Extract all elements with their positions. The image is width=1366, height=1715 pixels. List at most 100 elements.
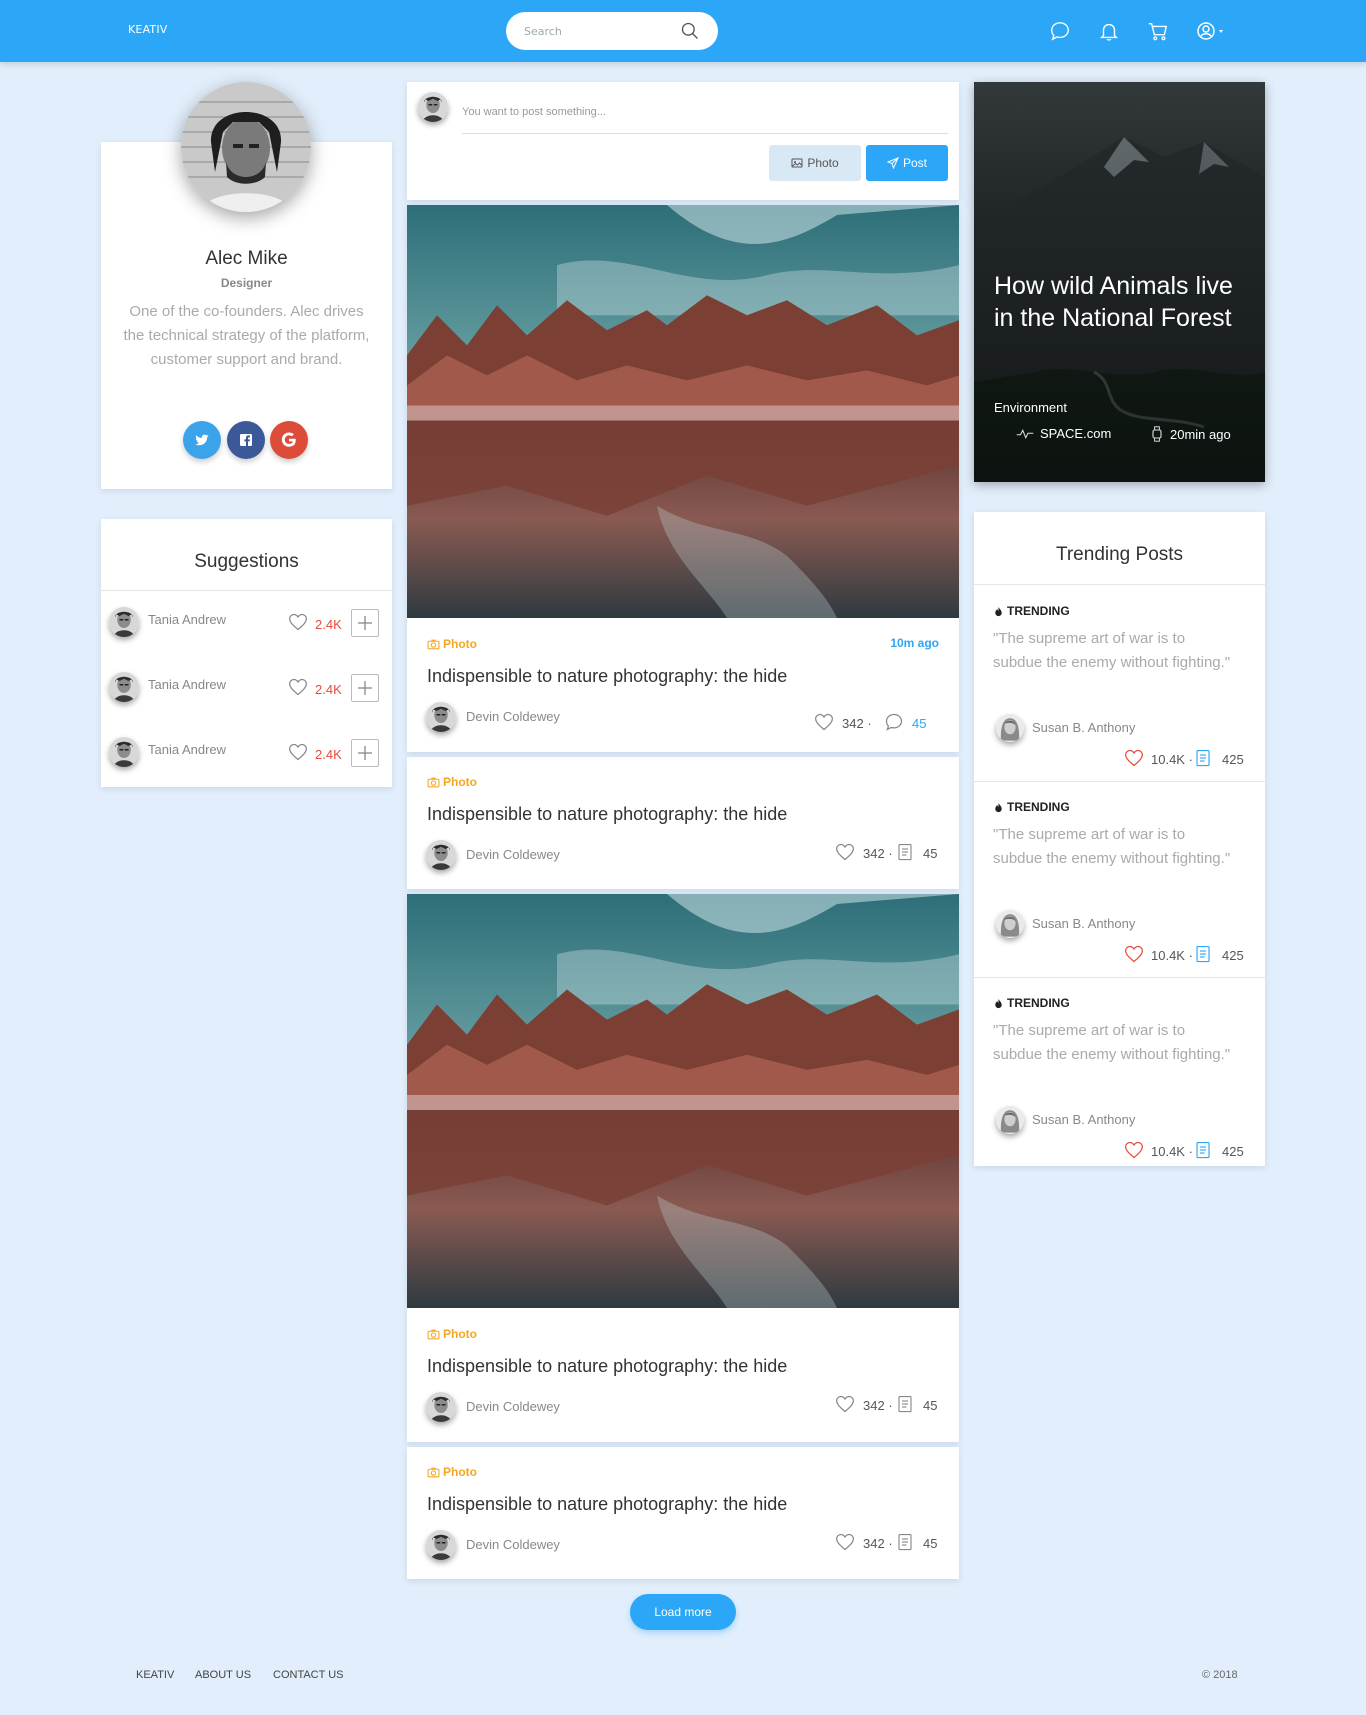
featured-article-card[interactable]: How wild Animals live in the National Fo…: [974, 82, 1265, 482]
heart-icon[interactable]: [835, 1394, 855, 1414]
post-input[interactable]: [462, 90, 948, 134]
plus-icon: [358, 616, 372, 630]
comments-count: 45: [923, 1536, 938, 1551]
avatar[interactable]: [109, 672, 139, 702]
heart-icon[interactable]: [835, 1532, 855, 1552]
posts-count: 425: [1222, 948, 1244, 963]
featured-source: SPACE.com: [1016, 426, 1111, 441]
author-name[interactable]: Devin Coldewey: [466, 847, 560, 862]
plus-icon: [358, 681, 372, 695]
bell-icon[interactable]: [1098, 20, 1120, 42]
post-category: Photo: [427, 637, 477, 651]
author-avatar[interactable]: [996, 910, 1024, 938]
trending-quote[interactable]: "The supreme art of war is to subdue the…: [993, 627, 1233, 675]
post-title[interactable]: Indispensible to nature photography: the…: [427, 804, 787, 825]
cart-icon[interactable]: [1147, 20, 1169, 42]
watch-icon: [1152, 426, 1162, 442]
featured-title[interactable]: How wild Animals live in the National Fo…: [994, 270, 1244, 334]
trending-author[interactable]: Susan B. Anthony: [1032, 720, 1135, 735]
post-time: 10m ago: [890, 636, 939, 650]
pulse-icon: [1016, 428, 1034, 439]
post-image[interactable]: [407, 894, 959, 1308]
post-button[interactable]: Post: [866, 145, 948, 181]
heart-icon[interactable]: [835, 842, 855, 862]
author-avatar[interactable]: [426, 1530, 456, 1560]
trending-quote[interactable]: "The supreme art of war is to subdue the…: [993, 823, 1233, 871]
author-avatar[interactable]: [996, 1106, 1024, 1134]
posts-count: 425: [1222, 752, 1244, 767]
likes-count: 2.4K: [315, 682, 342, 697]
footer-link-contact[interactable]: CONTACT US: [273, 1669, 344, 1681]
post-title[interactable]: Indispensible to nature photography: the…: [427, 1494, 787, 1515]
comment-icon[interactable]: [884, 712, 904, 732]
document-icon[interactable]: [896, 1395, 914, 1413]
likes-count: 342 ·: [863, 846, 893, 861]
follow-button[interactable]: [351, 674, 379, 702]
avatar[interactable]: [109, 737, 139, 767]
author-avatar[interactable]: [426, 1392, 456, 1422]
heart-icon[interactable]: [288, 742, 308, 762]
post-category: Photo: [427, 1465, 477, 1479]
heart-icon[interactable]: [814, 712, 834, 732]
follow-button[interactable]: [351, 609, 379, 637]
post-title[interactable]: Indispensible to nature photography: the…: [427, 666, 787, 687]
footer-link-home[interactable]: KEATIV: [136, 1669, 174, 1681]
photo-button[interactable]: Photo: [769, 145, 861, 181]
posts-count: 425: [1222, 1144, 1244, 1159]
likes-count: 10.4K ·: [1151, 948, 1193, 963]
author-avatar[interactable]: [426, 840, 456, 870]
document-icon[interactable]: [896, 843, 914, 861]
avatar[interactable]: [109, 607, 139, 637]
author-name[interactable]: Devin Coldewey: [466, 1537, 560, 1552]
heart-icon[interactable]: [1124, 748, 1144, 768]
likes-count: 342 ·: [863, 1398, 893, 1413]
heart-icon[interactable]: [1124, 944, 1144, 964]
post-image[interactable]: [407, 205, 959, 618]
user-menu-icon[interactable]: [1195, 20, 1229, 42]
load-more-button[interactable]: Load more: [630, 1594, 736, 1630]
trending-author[interactable]: Susan B. Anthony: [1032, 1112, 1135, 1127]
suggestion-name[interactable]: Tania Andrew: [148, 612, 226, 627]
search-icon[interactable]: [680, 21, 700, 41]
post-category: Photo: [427, 775, 477, 789]
author-avatar[interactable]: [426, 702, 456, 732]
suggestions-title: Suggestions: [194, 551, 299, 572]
avatar[interactable]: [418, 92, 448, 122]
twitter-icon[interactable]: [183, 421, 221, 459]
post-title[interactable]: Indispensible to nature photography: the…: [427, 1356, 787, 1377]
document-icon[interactable]: [1194, 1140, 1212, 1160]
suggestion-name[interactable]: Tania Andrew: [148, 742, 226, 757]
likes-count: 10.4K ·: [1151, 1144, 1193, 1159]
flame-icon: [993, 998, 1004, 1009]
suggestions-divider: [101, 590, 392, 591]
trending-label: TRENDING: [993, 996, 1070, 1010]
profile-role: Designer: [220, 276, 273, 290]
brand-logo[interactable]: KEATIV: [128, 23, 168, 36]
heart-icon[interactable]: [288, 612, 308, 632]
trending-quote[interactable]: "The supreme art of war is to subdue the…: [993, 1019, 1233, 1067]
google-icon[interactable]: [270, 421, 308, 459]
suggestion-name[interactable]: Tania Andrew: [148, 677, 226, 692]
chat-icon[interactable]: [1049, 20, 1071, 42]
camera-icon: [427, 1466, 440, 1479]
profile-avatar[interactable]: [181, 82, 311, 212]
send-icon: [886, 157, 899, 169]
author-name[interactable]: Devin Coldewey: [466, 1399, 560, 1414]
image-icon: [791, 158, 803, 168]
follow-button[interactable]: [351, 739, 379, 767]
camera-icon: [427, 776, 440, 789]
trending-divider: [974, 781, 1265, 782]
trending-label: TRENDING: [993, 800, 1070, 814]
heart-icon[interactable]: [288, 677, 308, 697]
document-icon[interactable]: [896, 1533, 914, 1551]
likes-count: 10.4K ·: [1151, 752, 1193, 767]
author-avatar[interactable]: [996, 714, 1024, 742]
facebook-icon[interactable]: [227, 421, 265, 459]
footer-link-about[interactable]: ABOUT US: [195, 1669, 251, 1681]
document-icon[interactable]: [1194, 944, 1212, 964]
heart-icon[interactable]: [1124, 1140, 1144, 1160]
trending-author[interactable]: Susan B. Anthony: [1032, 916, 1135, 931]
profile-name: Alec Mike: [205, 248, 288, 269]
document-icon[interactable]: [1194, 748, 1212, 768]
author-name[interactable]: Devin Coldewey: [466, 709, 560, 724]
